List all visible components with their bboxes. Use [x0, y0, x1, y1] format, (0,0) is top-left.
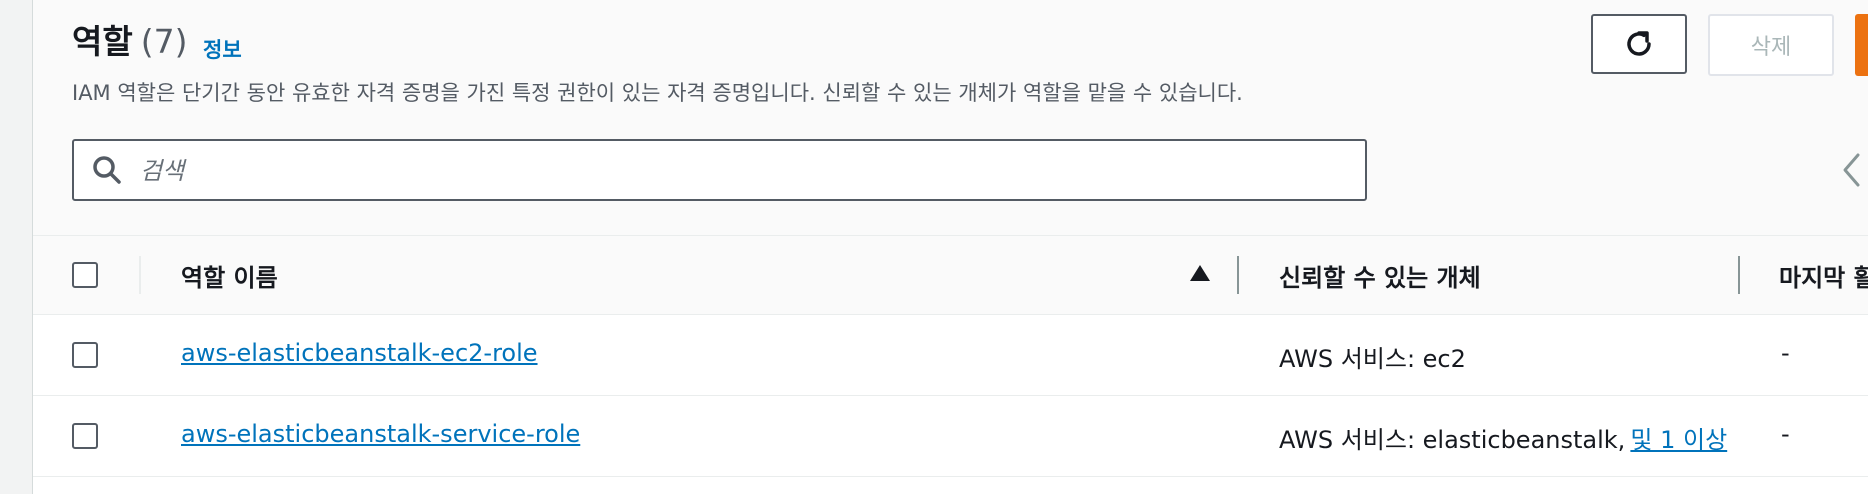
select-all-checkbox[interactable]: [72, 262, 98, 288]
last-activity-cell: -: [1781, 420, 1790, 448]
left-rail: [0, 0, 33, 494]
last-activity-cell: -: [1781, 339, 1790, 367]
role-count: (7): [140, 22, 188, 61]
role-name-link[interactable]: aws-elasticbeanstalk-ec2-role: [181, 339, 538, 367]
refresh-button[interactable]: [1591, 14, 1687, 74]
delete-button[interactable]: 삭제: [1708, 14, 1834, 76]
create-role-button[interactable]: [1855, 14, 1868, 76]
column-header-role-name[interactable]: 역할 이름: [181, 258, 278, 293]
refresh-icon: [1627, 31, 1651, 56]
search-icon: [93, 156, 121, 184]
role-name-link[interactable]: aws-elasticbeanstalk-service-role: [181, 420, 580, 448]
column-header-trusted-entity[interactable]: 신뢰할 수 있는 개체: [1279, 258, 1481, 293]
panel-header: 역할 (7) 정보 IAM 역할은 단기간 동안 유효한 자격 증명을 가진 특정…: [33, 0, 1868, 236]
table-header: 역할 이름 신뢰할 수 있는 개체 마지막 활: [33, 236, 1868, 315]
column-resizer[interactable]: [1237, 256, 1239, 294]
row-checkbox[interactable]: [72, 423, 98, 449]
table-row: aws-elasticbeanstalk-service-role AWS 서비…: [33, 396, 1868, 477]
row-checkbox[interactable]: [72, 342, 98, 368]
search-field[interactable]: [72, 139, 1367, 201]
page-title-text: 역할: [72, 22, 133, 61]
column-header-last-activity[interactable]: 마지막 활: [1779, 258, 1868, 293]
sort-ascending-icon[interactable]: [1189, 264, 1211, 282]
column-divider: [139, 256, 141, 294]
table-row: aws-elasticbeanstalk-ec2-role AWS 서비스: e…: [33, 315, 1868, 396]
roles-panel: 역할 (7) 정보 IAM 역할은 단기간 동안 유효한 자격 증명을 가진 특정…: [33, 0, 1868, 494]
trusted-entity-text: AWS 서비스: elasticbeanstalk,: [1279, 426, 1626, 454]
trusted-entity-more-link[interactable]: 및 1 이상: [1630, 426, 1727, 454]
page-title: 역할 (7): [72, 22, 187, 62]
chevron-left-icon[interactable]: [1840, 152, 1862, 188]
page-description: IAM 역할은 단기간 동안 유효한 자격 증명을 가진 특정 권한이 있는 자…: [72, 81, 1243, 105]
search-input[interactable]: [138, 149, 1342, 193]
info-link[interactable]: 정보: [203, 34, 242, 64]
column-resizer[interactable]: [1738, 256, 1740, 294]
trusted-entity-cell: AWS 서비스: ec2: [1279, 345, 1466, 373]
trusted-entity-cell: AWS 서비스: elasticbeanstalk, 및 1 이상: [1279, 420, 1739, 455]
